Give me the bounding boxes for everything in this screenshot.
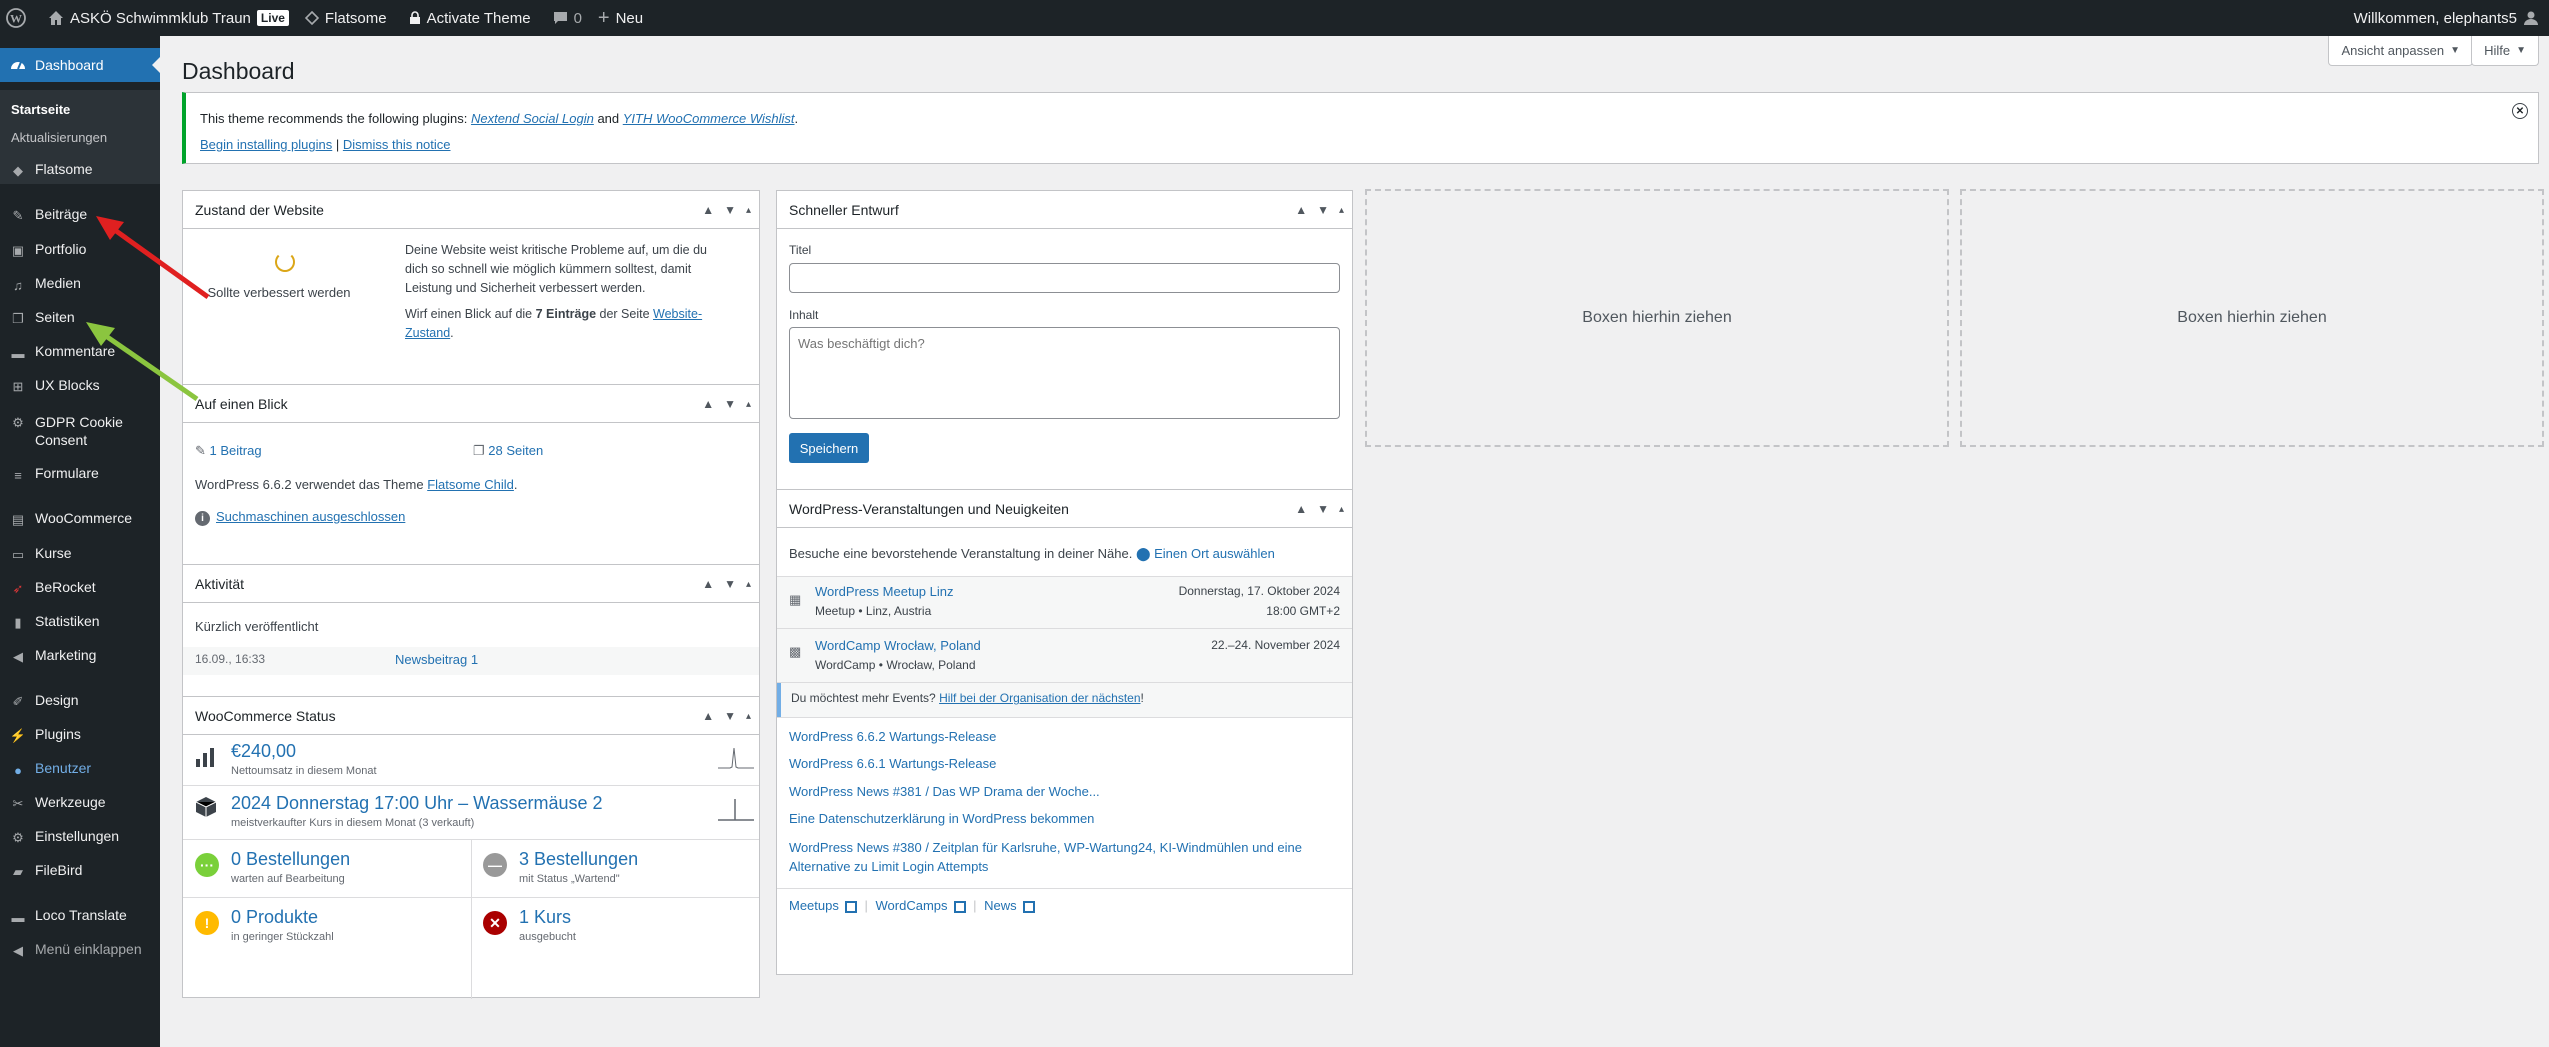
green-arrow-annotation — [86, 322, 199, 402]
annotation-overlay — [86, 216, 210, 402]
red-arrow-annotation — [96, 216, 210, 300]
